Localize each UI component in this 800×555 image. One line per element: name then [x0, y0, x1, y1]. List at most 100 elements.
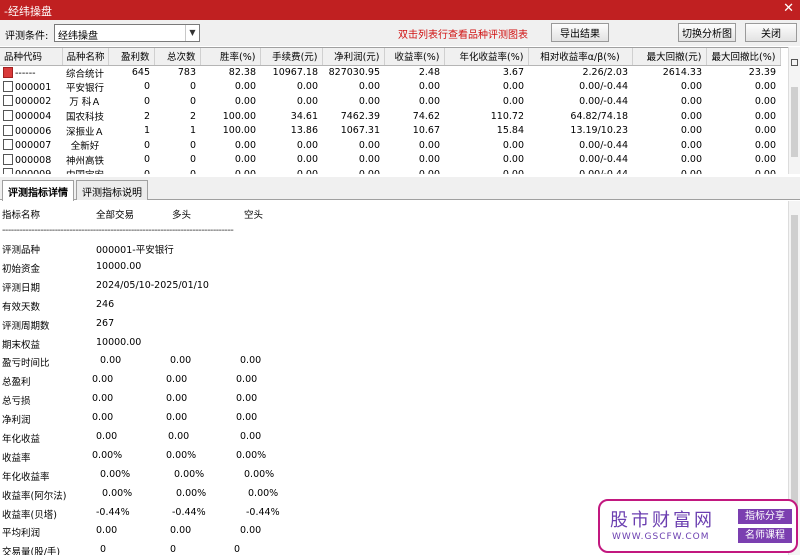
cell-value: 0.00	[260, 167, 322, 174]
column-header[interactable]: 手续费(元)	[260, 48, 323, 66]
cell-value: 100.00	[222, 110, 256, 122]
metric-label: 净利润	[2, 415, 31, 426]
metric-value: 0.00	[170, 355, 192, 366]
cell-value: 783	[177, 67, 196, 79]
scroll-box-icon[interactable]	[791, 59, 798, 66]
table-row[interactable]: 000001 平安银行 0 0 0.00 0.00 0.00 0.00 0.00 0.00/-0.…	[0, 80, 780, 95]
cell-value: 0.00	[234, 139, 256, 151]
cell-value: 0.00/-0.44	[579, 81, 628, 93]
table-row[interactable]: 000007 全新好 0 0 0.00 0.00 0.00 0.00 0.00 0.00/-0.4…	[0, 138, 780, 153]
table-scrollbar[interactable]	[788, 47, 800, 174]
cell-value: 3.67	[502, 67, 524, 79]
metric-label: 初始资金	[2, 264, 41, 275]
cell-value: 0	[189, 154, 196, 166]
close-icon[interactable]: ✕	[783, 1, 794, 17]
chevron-down-icon[interactable]: ▼	[185, 25, 199, 41]
metric-label: 评测品种	[2, 245, 41, 256]
scroll-thumb[interactable]	[791, 87, 798, 157]
cell-value: 0.00	[418, 139, 440, 151]
column-header[interactable]: 收益率(%)	[384, 48, 445, 66]
cell-code-text: 000004	[15, 111, 52, 123]
cell-value: 10967.18	[272, 67, 318, 79]
cell-value: 0.00	[358, 95, 380, 107]
column-header[interactable]: 胜率(%)	[200, 48, 261, 66]
cell-value: 0	[143, 154, 150, 166]
metric-value: 0.00	[240, 431, 262, 442]
cell-value: 64.82/74.18	[570, 110, 628, 122]
stock-icon	[3, 80, 13, 92]
close-button[interactable]: 关闭	[745, 23, 797, 42]
results-table: 品种代码 品种名称 盈利数 总次数 胜率(%) 手续费(元) 净利润(元) 收益率(%) 年化收…	[0, 47, 788, 174]
cell-code: 000006	[0, 123, 62, 138]
table-row[interactable]: ------ 综合统计 645 783 82.38 10967.18 827030.95 2.…	[0, 65, 780, 80]
metric-value: 0.00%	[100, 469, 131, 480]
column-header[interactable]: 相对收益率α/β(%)	[528, 48, 633, 66]
table-row[interactable]: 000009中国宝安000.000.000.000.000.000.00/-0.…	[0, 167, 780, 174]
cell-name: 平安银行	[65, 82, 104, 94]
cell-value: 13.19/10.23	[570, 125, 628, 137]
export-button[interactable]: 导出结果	[551, 23, 609, 42]
title-bar: -经纬操盘 ✕	[0, 0, 800, 20]
detail-header-metric: 指标名称	[2, 210, 41, 221]
metric-value: 0.00	[166, 412, 188, 423]
tab-metric-details[interactable]: 评测指标详情	[2, 180, 74, 201]
cell-value: 0.00	[502, 95, 524, 107]
cell-value: 0.00	[502, 154, 524, 166]
table-row[interactable]: 000006 深振业Ａ 1 1 100.00 13.86 1067.31 10.67 15.84…	[0, 123, 780, 138]
window-title: -经纬操盘	[4, 5, 52, 18]
cell-value: 0	[108, 167, 154, 174]
metric-value: 0.00	[168, 431, 190, 442]
metric-value: 0.00	[96, 525, 118, 536]
metric-value: 0.00	[236, 412, 258, 423]
metric-value: 0.00	[92, 412, 114, 423]
metric-value: 0.00%	[92, 450, 123, 461]
cell-value: 0.00	[296, 154, 318, 166]
cell-value: 100.00	[222, 125, 256, 137]
column-header[interactable]: 品种名称	[62, 48, 109, 66]
cell-value: 23.39	[748, 67, 776, 79]
cell-value: 0.00	[680, 110, 702, 122]
metric-label: 年化收益率	[2, 472, 50, 483]
column-header[interactable]: 最大回撤(元)	[632, 48, 707, 66]
tab-metric-description[interactable]: 评测指标说明	[76, 180, 148, 200]
condition-select-value: 经纬操盘	[58, 31, 98, 42]
cell-value: 0.00	[296, 95, 318, 107]
cell-value: 10.67	[412, 125, 440, 137]
cell-name: 国农科技	[65, 112, 104, 124]
metric-value: 0.00%	[174, 469, 205, 480]
cell-code: 000002	[0, 94, 62, 109]
detail-divider: ----------------------------------------…	[2, 225, 234, 236]
metric-value: 10000.00	[96, 261, 142, 272]
cell-value: 0.00	[296, 81, 318, 93]
cell-value: 0.00	[384, 167, 444, 174]
column-header[interactable]: 品种代码	[0, 48, 63, 66]
column-header[interactable]: 净利润(元)	[322, 48, 385, 66]
condition-select[interactable]: 经纬操盘 ▼	[54, 24, 200, 42]
column-header[interactable]: 总次数	[154, 48, 201, 66]
cell-value: 2.48	[418, 67, 440, 79]
cell-value: 0	[143, 95, 150, 107]
cell-value: 0.00	[358, 139, 380, 151]
stock-icon	[3, 139, 13, 151]
column-header[interactable]: 盈利数	[108, 48, 155, 66]
metric-value: -0.44%	[96, 507, 130, 518]
column-header[interactable]: 年化收益率(%)	[444, 48, 529, 66]
column-header[interactable]: 最大回撤比(%)	[706, 48, 781, 66]
detail-scroll-thumb[interactable]	[791, 215, 798, 515]
metric-value: 0	[100, 544, 107, 555]
metric-value: 0.00	[166, 374, 188, 385]
cell-value: 82.38	[228, 67, 256, 79]
cell-value: 0.00	[632, 167, 706, 174]
switch-chart-button[interactable]: 切换分析图	[678, 23, 736, 42]
table-row[interactable]: 000002 万 科Ａ 0 0 0.00 0.00 0.00 0.00 0.00 0.00/-0.…	[0, 94, 780, 109]
cell-value: 0.00	[502, 81, 524, 93]
table-row[interactable]: 000008 神州高铁 0 0 0.00 0.00 0.00 0.00 0.00 0.00/-0.…	[0, 153, 780, 168]
cell-value: 0	[189, 81, 196, 93]
cell-value: 0.00	[680, 154, 702, 166]
metric-value: 000001-平安银行	[96, 245, 174, 256]
detail-header-long: 多头	[172, 210, 192, 221]
cell-value: 0	[143, 81, 150, 93]
cell-value: 7462.39	[340, 110, 380, 122]
table-row[interactable]: 000004 国农科技 2 2 100.00 34.61 7462.39 74.62 110.7…	[0, 109, 780, 124]
metric-value: 0.00	[92, 393, 114, 404]
